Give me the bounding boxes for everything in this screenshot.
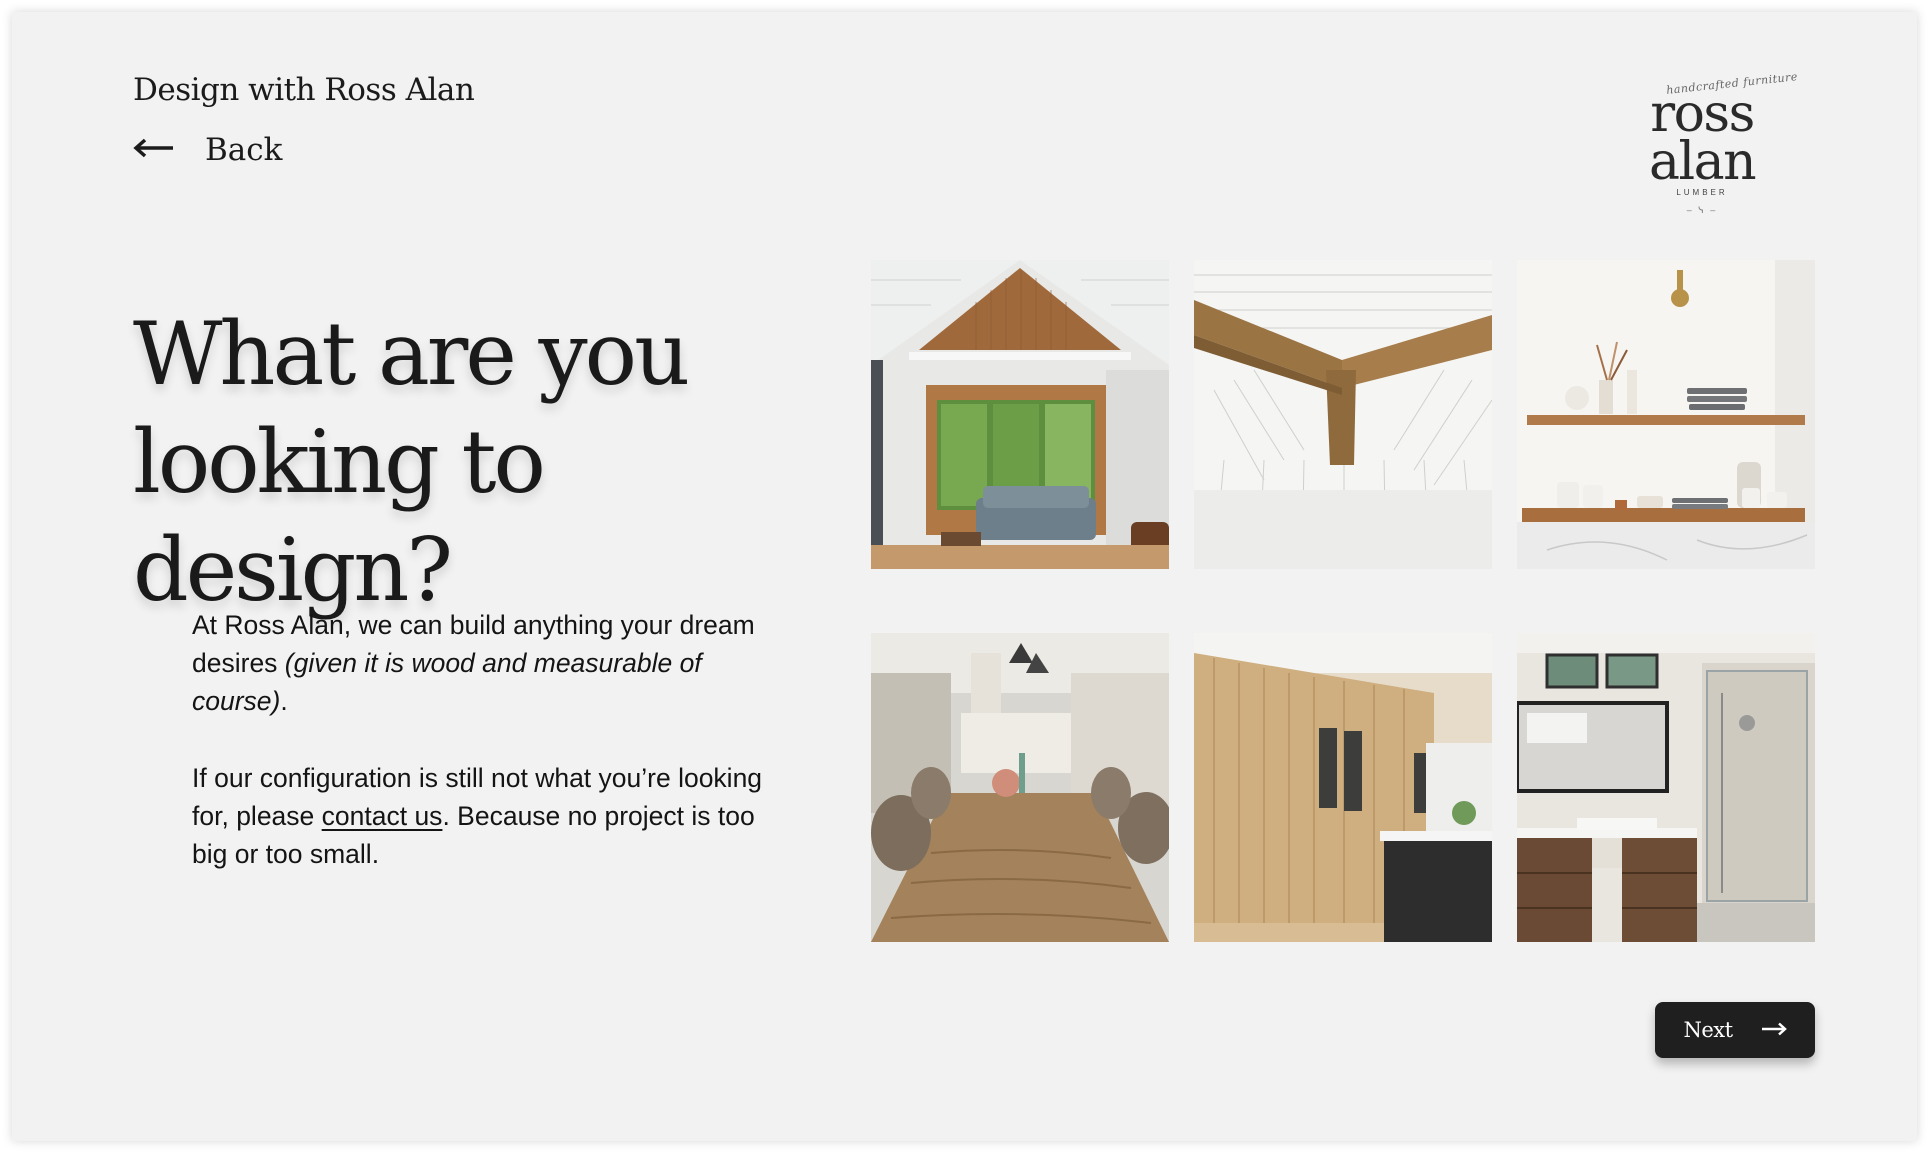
ceiling-beams-image — [1194, 260, 1492, 569]
header-title: Design with Ross Alan — [133, 72, 475, 108]
next-button[interactable]: Next — [1655, 1002, 1815, 1058]
intro-end: . — [280, 686, 288, 716]
ross-alan-logo: handcrafted furniture ross alan LUMBER –… — [1592, 70, 1812, 215]
contact-paragraph: If our configuration is still not what y… — [192, 759, 792, 873]
bathroom-image — [1517, 633, 1815, 942]
gallery-tile-ceiling-beams[interactable] — [1194, 260, 1492, 569]
back-button[interactable]: Back — [133, 127, 282, 173]
logo-name: ross alan — [1648, 84, 1757, 192]
arrow-right-icon — [1761, 1022, 1787, 1039]
arrow-left-icon — [133, 136, 175, 165]
floating-shelves-image — [1517, 260, 1815, 569]
logo-sub: LUMBER — [1676, 188, 1728, 197]
intro-paragraph: At Ross Alan, we can build anything your… — [192, 606, 792, 720]
gallery-tile-living-room[interactable] — [871, 260, 1169, 569]
gallery-tile-bathroom[interactable] — [1517, 633, 1815, 942]
gallery-tile-dining-table[interactable] — [871, 633, 1169, 942]
dining-table-image — [871, 633, 1169, 942]
wood-cabinets-image — [1194, 633, 1492, 942]
contact-us-link[interactable]: contact us — [322, 801, 443, 831]
gallery-tile-wood-cabinets[interactable] — [1194, 633, 1492, 942]
next-label: Next — [1683, 1018, 1733, 1042]
logo-mark: – ᓭ – — [1686, 205, 1718, 215]
living-room-image — [871, 260, 1169, 569]
back-label: Back — [205, 132, 283, 168]
design-gallery — [871, 260, 1815, 942]
page-card: Design with Ross Alan Back handcrafted f… — [12, 12, 1917, 1141]
page-headline: What are you looking to design? — [133, 303, 690, 621]
gallery-tile-floating-shelves[interactable] — [1517, 260, 1815, 569]
